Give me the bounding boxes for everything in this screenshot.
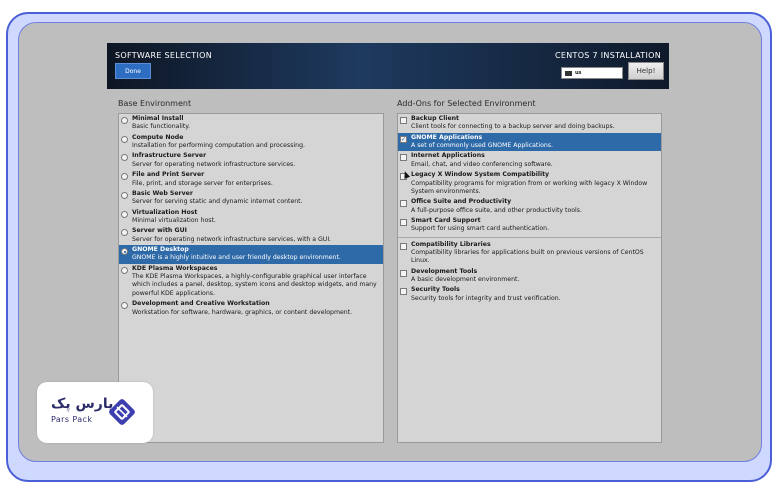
option-title: Minimal Install <box>132 115 184 122</box>
addon-option[interactable]: Office Suite and Productivity A full-purp… <box>398 197 661 216</box>
option-title: Virtualization Host <box>132 208 198 216</box>
base-env-option[interactable]: Virtualization Host Minimal virtualizatio… <box>119 208 383 227</box>
radio-icon[interactable] <box>121 135 128 143</box>
addon-option[interactable]: ✓ GNOME Applications A set of commonly use… <box>398 132 661 152</box>
checkbox-icon[interactable] <box>400 242 407 250</box>
addon-option[interactable]: Security Tools Security tools for integri… <box>398 285 661 304</box>
addon-description: A basic development environment. <box>411 276 520 284</box>
keyboard-icon <box>565 70 572 76</box>
option-description: Server for operating network infrastruct… <box>132 160 296 168</box>
base-env-option[interactable]: Basic Web Server Server for serving stati… <box>119 189 383 208</box>
option-description: Basic functionality. <box>132 123 191 131</box>
option-title: Infrastructure Server <box>132 152 207 160</box>
radio-icon[interactable] <box>121 191 128 199</box>
radio-selected-icon[interactable] <box>121 248 128 256</box>
addon-title: Smart Card Support <box>411 216 481 224</box>
option-title: Server with GUI <box>132 227 187 235</box>
addon-title: Office Suite and Productivity <box>411 198 512 206</box>
base-env-option[interactable]: Development and Creative Workstation Work… <box>119 299 383 318</box>
done-button[interactable]: Done <box>115 63 151 79</box>
parspack-diamond-icon <box>109 399 135 425</box>
addon-description: Compatibility libraries for applications… <box>411 249 644 265</box>
option-description: Installation for performing computation … <box>132 142 305 150</box>
help-button[interactable]: Help! <box>628 62 664 80</box>
option-title: Compute Node <box>132 133 184 141</box>
option-title: File and Print Server <box>132 171 205 179</box>
addons-divider <box>398 236 661 238</box>
option-title: KDE Plasma Workspaces <box>132 264 218 272</box>
keyboard-layout-indicator[interactable]: us <box>561 67 623 79</box>
addon-title: Legacy X Window System Compatibility <box>411 171 550 179</box>
addon-description: A set of commonly used GNOME Application… <box>411 142 553 150</box>
installer-title: CENTOS 7 INSTALLATION <box>555 51 661 60</box>
checkbox-checked-icon[interactable]: ✓ <box>400 135 407 143</box>
option-description: Server for operating network infrastruct… <box>132 235 332 243</box>
addon-option[interactable]: Internet Applications Email, chat, and vi… <box>398 151 661 170</box>
addon-title: Development Tools <box>411 267 478 275</box>
addon-option[interactable]: Backup Client Client tools for connecting… <box>398 114 661 133</box>
option-description: GNOME is a highly intuitive and user fri… <box>132 254 341 262</box>
base-env-option[interactable]: Infrastructure Server Server for operatin… <box>119 151 383 170</box>
base-env-option[interactable]: Server with GUI Server for operating netw… <box>119 226 383 245</box>
checkbox-icon[interactable] <box>400 117 407 124</box>
base-environment-label: Base Environment <box>118 99 192 108</box>
radio-icon[interactable] <box>121 117 128 124</box>
addon-option[interactable]: Compatibility Libraries Compatibility lib… <box>398 240 661 267</box>
addon-title: GNOME Applications <box>411 133 483 141</box>
radio-icon[interactable] <box>121 229 128 237</box>
option-description: Workstation for software, hardware, grap… <box>132 308 353 316</box>
base-env-option[interactable]: GNOME Desktop GNOME is a highly intuitive… <box>119 245 383 264</box>
radio-icon[interactable] <box>121 154 128 162</box>
logo-text-en: Pars Pack <box>51 415 93 424</box>
checkbox-icon[interactable] <box>400 218 407 226</box>
addons-list: Backup Client Client tools for connecting… <box>397 113 662 443</box>
base-env-option[interactable]: Compute Node Installation for performing … <box>119 133 383 152</box>
addon-title: Internet Applications <box>411 152 485 160</box>
addon-title: Compatibility Libraries <box>411 240 491 248</box>
addon-title: Security Tools <box>411 286 460 294</box>
option-description: The KDE Plasma Workspaces, a highly-conf… <box>132 273 377 297</box>
base-env-option[interactable]: KDE Plasma Workspaces The KDE Plasma Work… <box>119 264 383 299</box>
installer-header: SOFTWARE SELECTION CENTOS 7 INSTALLATION… <box>107 43 669 89</box>
checkbox-icon[interactable] <box>400 288 407 296</box>
checkbox-icon[interactable] <box>400 154 407 162</box>
checkbox-icon[interactable] <box>400 200 407 208</box>
addon-option[interactable]: Development Tools A basic development env… <box>398 267 661 286</box>
addon-description: Email, chat, and video conferencing soft… <box>411 160 553 168</box>
option-description: Server for serving static and dynamic in… <box>132 198 303 206</box>
radio-icon[interactable] <box>121 173 128 181</box>
option-title: GNOME Desktop <box>132 246 189 254</box>
addon-description: Support for using smart card authenticat… <box>411 225 550 233</box>
addon-description: Compatibility programs for migration fro… <box>411 179 648 195</box>
parspack-logo-card: پارس پک Pars Pack <box>37 382 153 443</box>
base-environment-list: Minimal Install Basic functionality. Compu… <box>118 113 384 443</box>
option-title: Basic Web Server <box>132 189 193 197</box>
addon-option[interactable]: Legacy X Window System Compatibility Comp… <box>398 170 661 197</box>
base-env-option[interactable]: Minimal Install Basic functionality. <box>119 114 383 133</box>
keyboard-layout-label: us <box>575 70 582 76</box>
addon-description: Client tools for connecting to a backup … <box>411 123 615 131</box>
radio-icon[interactable] <box>121 210 128 218</box>
page-title: SOFTWARE SELECTION <box>115 51 212 60</box>
radio-icon[interactable] <box>121 266 128 274</box>
addon-option[interactable]: Smart Card Support Support for using smar… <box>398 216 661 235</box>
option-description: Minimal virtualization host. <box>132 216 216 224</box>
addons-label: Add-Ons for Selected Environment <box>397 99 536 108</box>
addon-description: Security tools for integrity and trust v… <box>411 294 561 302</box>
option-description: File, print, and storage server for ente… <box>132 179 273 187</box>
radio-icon[interactable] <box>121 302 128 310</box>
checkbox-icon[interactable] <box>400 269 407 277</box>
base-env-option[interactable]: File and Print Server File, print, and st… <box>119 170 383 189</box>
logo-text-fa: پارس پک <box>51 396 114 412</box>
addon-description: A full-purpose office suite, and other p… <box>411 206 582 214</box>
addon-title: Backup Client <box>411 115 460 122</box>
option-title: Development and Creative Workstation <box>132 300 270 308</box>
